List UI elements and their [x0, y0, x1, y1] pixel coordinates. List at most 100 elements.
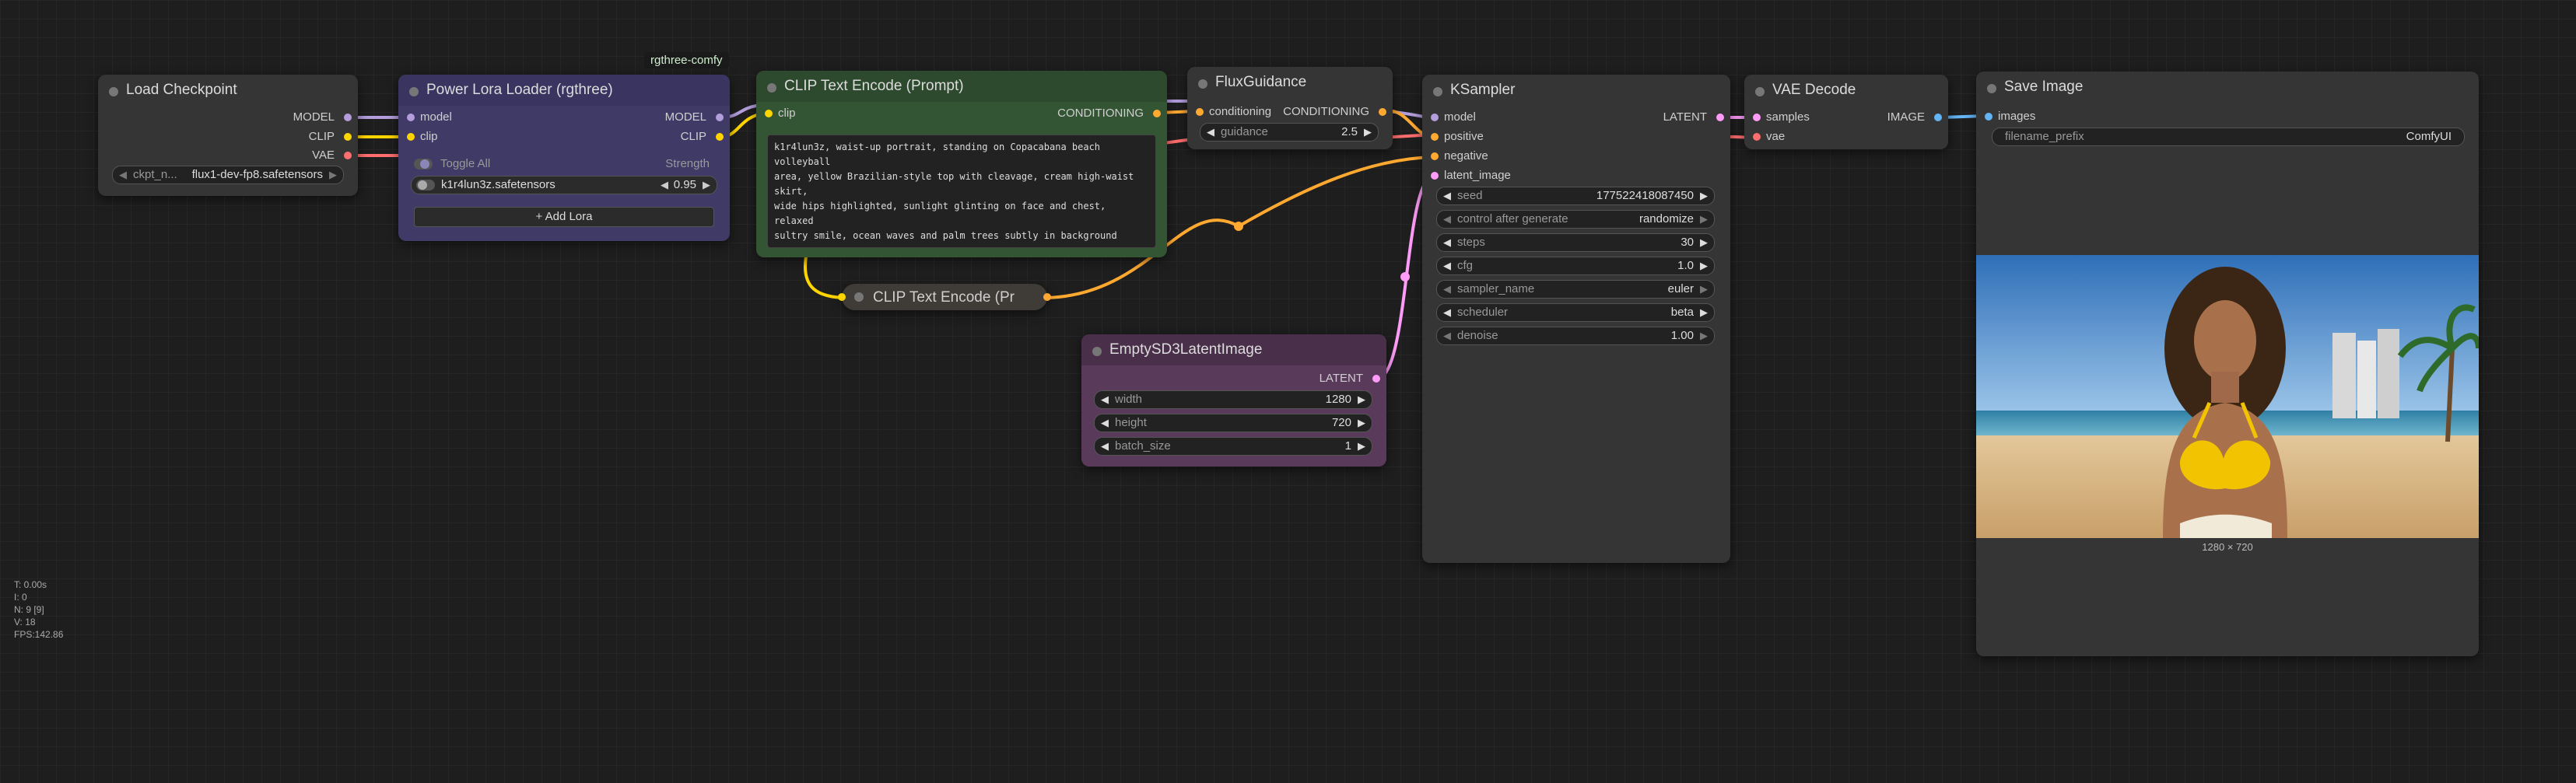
- node-vae-decode[interactable]: VAE Decode samples vae IMAGE: [1744, 75, 1948, 149]
- arrow-left-icon[interactable]: ◀: [1443, 306, 1451, 319]
- node-title-bar[interactable]: EmptySD3LatentImage: [1081, 334, 1386, 365]
- input-clip-pin[interactable]: [407, 133, 415, 141]
- height-slider[interactable]: ◀ height 720 ▶: [1094, 414, 1372, 432]
- node-title-bar[interactable]: FluxGuidance: [1187, 67, 1393, 98]
- batch-size-slider[interactable]: ◀ batch_size 1 ▶: [1094, 437, 1372, 456]
- input-samples-pin[interactable]: [1753, 114, 1761, 121]
- output-conditioning-pin[interactable]: [1153, 110, 1161, 117]
- arrow-left-icon[interactable]: ◀: [1443, 283, 1451, 295]
- arrow-left-icon[interactable]: ◀: [1101, 417, 1109, 429]
- collapse-dot-icon[interactable]: [1755, 87, 1765, 96]
- arrow-right-icon[interactable]: ▶: [1358, 440, 1365, 453]
- lora-row[interactable]: k1r4lun3z.safetensors ◀ 0.95 ▶: [411, 176, 717, 194]
- lora-toggle-switch[interactable]: [416, 180, 435, 191]
- control-after-generate-combo[interactable]: ◀ control after generate randomize ▶: [1436, 210, 1715, 229]
- output-latent-pin[interactable]: [1372, 375, 1380, 383]
- strength-decrease-icon[interactable]: ◀: [661, 179, 668, 191]
- cfg-slider[interactable]: ◀ cfg 1.0 ▶: [1436, 257, 1715, 275]
- input-negative-pin[interactable]: [1431, 152, 1439, 160]
- arrow-right-icon[interactable]: ▶: [1700, 236, 1708, 249]
- width-slider[interactable]: ◀ width 1280 ▶: [1094, 390, 1372, 409]
- collapse-dot-icon[interactable]: [409, 87, 419, 96]
- output-vae-pin[interactable]: [344, 152, 352, 159]
- output-model-pin[interactable]: [344, 114, 352, 121]
- node-title-bar[interactable]: VAE Decode: [1744, 75, 1948, 106]
- arrow-right-icon[interactable]: ▶: [1700, 213, 1708, 225]
- toggle-all-switch[interactable]: [414, 159, 433, 170]
- arrow-right-icon[interactable]: ▶: [1700, 190, 1708, 202]
- seed-slider[interactable]: ◀ seed 177522418087450 ▶: [1436, 187, 1715, 205]
- input-model-pin[interactable]: [1431, 114, 1439, 121]
- lora-strength[interactable]: 0.95: [674, 178, 696, 191]
- scheduler-combo[interactable]: ◀ scheduler beta ▶: [1436, 303, 1715, 322]
- arrow-left-icon[interactable]: ◀: [1443, 213, 1451, 225]
- collapse-dot-icon[interactable]: [1987, 84, 1996, 93]
- output-image-pin[interactable]: [1934, 114, 1942, 121]
- sampler-name-combo[interactable]: ◀ sampler_name euler ▶: [1436, 280, 1715, 299]
- node-empty-latent-image[interactable]: EmptySD3LatentImage LATENT ◀ width 1280 …: [1081, 334, 1386, 467]
- input-clip-pin[interactable]: [838, 293, 846, 301]
- arrow-right-icon[interactable]: ▶: [1700, 283, 1708, 295]
- steps-slider[interactable]: ◀ steps 30 ▶: [1436, 233, 1715, 252]
- node-flux-guidance[interactable]: FluxGuidance conditioning CONDITIONING ◀…: [1187, 67, 1393, 149]
- input-latent-image-pin[interactable]: [1431, 172, 1439, 180]
- add-lora-label: Add Lora: [545, 210, 593, 223]
- arrow-right-icon[interactable]: ▶: [1700, 260, 1708, 272]
- input-positive-pin[interactable]: [1431, 133, 1439, 141]
- output-model-pin[interactable]: [716, 114, 724, 121]
- input-conditioning-pin[interactable]: [1196, 108, 1204, 116]
- denoise-slider[interactable]: ◀ denoise 1.00 ▶: [1436, 327, 1715, 345]
- node-ksampler[interactable]: KSampler model positive negative latent_…: [1422, 75, 1730, 563]
- node-save-image[interactable]: Save Image images filename_prefix ComfyU…: [1976, 72, 2479, 656]
- arrow-right-icon[interactable]: ▶: [329, 169, 337, 181]
- arrow-left-icon[interactable]: ◀: [1443, 190, 1451, 202]
- node-power-lora-loader[interactable]: Power Lora Loader (rgthree) model clip M…: [398, 75, 730, 241]
- arrow-left-icon[interactable]: ◀: [1207, 126, 1214, 138]
- widget-label: batch_size: [1115, 439, 1171, 453]
- node-title-bar[interactable]: Load Checkpoint: [98, 75, 358, 106]
- output-latent-label: LATENT: [1663, 110, 1707, 124]
- arrow-left-icon[interactable]: ◀: [1101, 440, 1109, 453]
- collapse-dot-icon[interactable]: [1433, 87, 1442, 96]
- node-title-bar[interactable]: KSampler: [1422, 75, 1730, 106]
- output-conditioning-pin[interactable]: [1379, 108, 1386, 116]
- ckpt-name-combo[interactable]: ◀ ckpt_n... flux1-dev-fp8.safetensors ▶: [112, 166, 344, 184]
- collapse-dot-icon[interactable]: [1198, 79, 1207, 89]
- input-model-pin[interactable]: [407, 114, 415, 121]
- collapse-dot-icon[interactable]: [109, 87, 118, 96]
- collapse-dot-icon[interactable]: [1092, 347, 1102, 356]
- arrow-left-icon[interactable]: ◀: [119, 169, 127, 181]
- output-latent-pin[interactable]: [1716, 114, 1724, 121]
- add-lora-button[interactable]: + Add Lora: [414, 207, 714, 227]
- filename-prefix-field[interactable]: filename_prefix ComfyUI: [1992, 128, 2465, 146]
- guidance-slider[interactable]: ◀ guidance 2.5 ▶: [1200, 123, 1379, 142]
- arrow-right-icon[interactable]: ▶: [1700, 306, 1708, 319]
- prompt-textarea[interactable]: k1r4lun3z, waist-up portrait, standing o…: [767, 135, 1156, 248]
- node-title-bar[interactable]: Power Lora Loader (rgthree): [398, 75, 730, 106]
- arrow-left-icon[interactable]: ◀: [1443, 236, 1451, 249]
- node-clip-text-encode[interactable]: CLIP Text Encode (Prompt) clip CONDITION…: [756, 71, 1167, 257]
- node-title-bar[interactable]: CLIP Text Encode (Prompt): [756, 71, 1167, 102]
- strength-increase-icon[interactable]: ▶: [703, 179, 710, 191]
- collapse-dot-icon[interactable]: [854, 292, 864, 302]
- input-vae-pin[interactable]: [1753, 133, 1761, 141]
- output-conditioning-pin[interactable]: [1043, 293, 1051, 301]
- arrow-left-icon[interactable]: ◀: [1101, 393, 1109, 406]
- node-title-bar[interactable]: Save Image: [1976, 72, 2479, 103]
- input-clip-pin[interactable]: [765, 110, 773, 117]
- input-images-pin[interactable]: [1985, 113, 1992, 121]
- node-clip-text-encode-collapsed[interactable]: CLIP Text Encode (Pr: [838, 284, 1051, 310]
- arrow-left-icon[interactable]: ◀: [1443, 330, 1451, 342]
- widget-value: randomize: [1638, 212, 1694, 225]
- arrow-right-icon[interactable]: ▶: [1364, 126, 1372, 138]
- arrow-right-icon[interactable]: ▶: [1700, 330, 1708, 342]
- output-clip-pin[interactable]: [344, 133, 352, 141]
- collapse-dot-icon[interactable]: [767, 83, 776, 93]
- lora-name[interactable]: k1r4lun3z.safetensors: [441, 178, 556, 191]
- arrow-right-icon[interactable]: ▶: [1358, 393, 1365, 406]
- arrow-left-icon[interactable]: ◀: [1443, 260, 1451, 272]
- arrow-right-icon[interactable]: ▶: [1358, 417, 1365, 429]
- output-image-preview[interactable]: [1976, 255, 2479, 538]
- output-clip-pin[interactable]: [716, 133, 724, 141]
- node-load-checkpoint[interactable]: Load Checkpoint MODEL CLIP VAE ◀ ckpt_n.…: [98, 75, 358, 196]
